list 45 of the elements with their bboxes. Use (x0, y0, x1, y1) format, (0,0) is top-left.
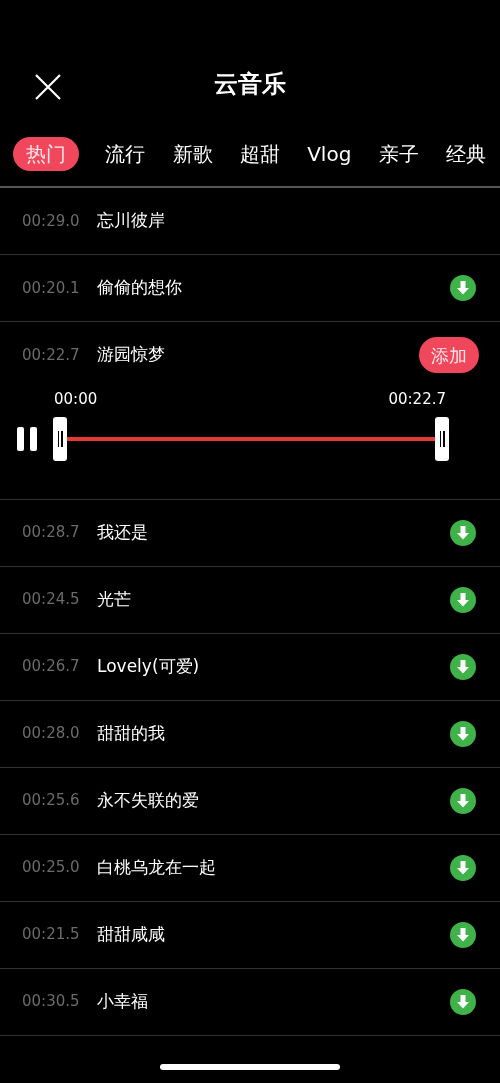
track-duration: 00:20.1 (22, 277, 81, 299)
track-title[interactable]: 我还是 (97, 519, 450, 546)
category-tab[interactable]: Vlog (306, 137, 353, 171)
category-tab[interactable]: 经典 (444, 137, 487, 171)
track-title[interactable]: 游园惊梦 (97, 342, 419, 368)
track-title[interactable]: 忘川彼岸 (97, 208, 476, 234)
category-tab[interactable]: 超甜 (238, 137, 281, 171)
start-handle[interactable] (53, 416, 67, 461)
close-button[interactable] (33, 72, 63, 102)
track-title[interactable]: 光芒 (97, 586, 450, 613)
page-title: 云音乐 (214, 69, 286, 100)
download-icon[interactable] (450, 787, 476, 814)
track-duration: 00:25.6 (22, 790, 81, 812)
track-duration: 00:21.5 (22, 924, 81, 946)
close-icon (35, 74, 61, 100)
download-icon[interactable] (450, 275, 476, 301)
track-title[interactable]: 甜甜咸咸 (97, 921, 450, 948)
track-duration: 00:28.0 (22, 723, 81, 745)
category-tab[interactable]: 亲子 (377, 137, 420, 171)
track-duration: 00:28.7 (22, 522, 81, 544)
end-time: 00:22.7 (388, 389, 446, 410)
download-icon[interactable] (450, 921, 476, 948)
download-icon[interactable] (450, 586, 476, 613)
track-duration: 00:24.5 (22, 589, 81, 611)
download-icon[interactable] (450, 854, 476, 881)
track-title[interactable]: 偷偷的想你 (97, 275, 450, 301)
track-duration: 00:29.0 (22, 210, 81, 232)
track-duration: 00:26.7 (22, 656, 81, 678)
track-duration: 00:30.5 (22, 991, 81, 1013)
track-title[interactable]: Lovely(可爱) (97, 653, 450, 680)
track-title[interactable]: 甜甜的我 (97, 720, 450, 747)
download-icon[interactable] (450, 988, 476, 1015)
start-time: 00:00 (54, 389, 98, 410)
download-icon[interactable] (450, 653, 476, 680)
track-duration: 00:22.7 (22, 344, 81, 366)
track-duration: 00:25.0 (22, 857, 81, 879)
download-icon[interactable] (450, 519, 476, 546)
end-handle[interactable] (435, 416, 449, 461)
download-icon[interactable] (450, 720, 476, 747)
track-title[interactable]: 白桃乌龙在一起 (97, 854, 450, 881)
category-tab[interactable]: 新歌 (171, 137, 214, 171)
track-title[interactable]: 小幸福 (97, 988, 450, 1015)
pause-icon (16, 426, 37, 451)
category-tab[interactable]: 流行 (104, 137, 147, 171)
track-title[interactable]: 永不失联的爱 (97, 787, 450, 814)
